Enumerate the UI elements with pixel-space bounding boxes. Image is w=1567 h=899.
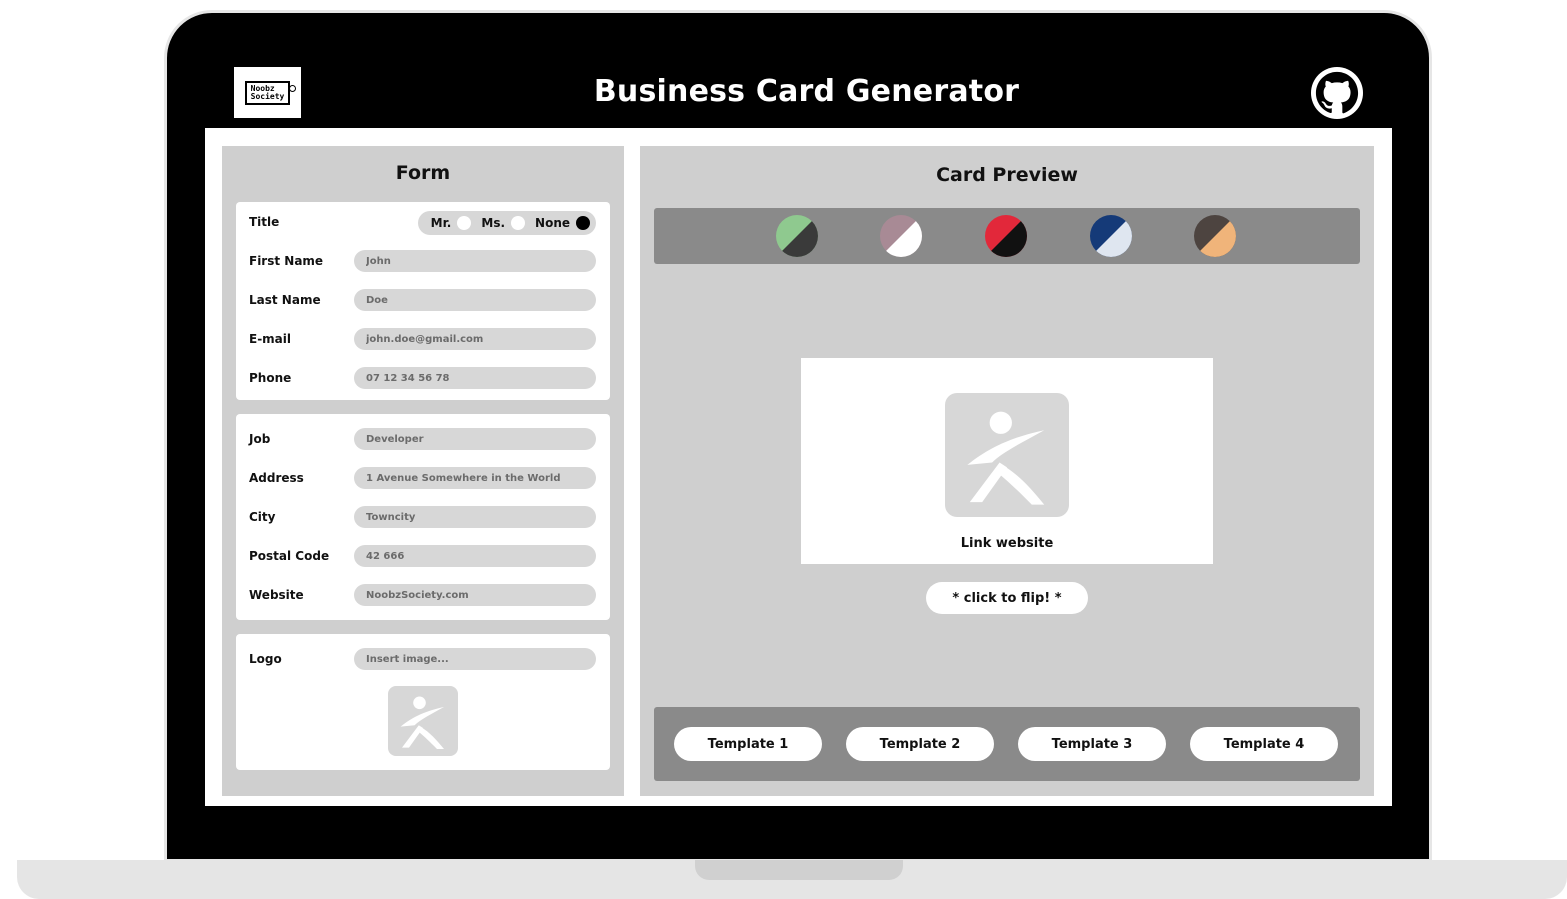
github-icon[interactable] bbox=[1311, 67, 1363, 119]
card-website-link[interactable]: Link website bbox=[801, 536, 1213, 551]
city-row: City bbox=[236, 506, 610, 530]
template-2-button[interactable]: Template 2 bbox=[846, 727, 994, 761]
job-row: Job bbox=[236, 428, 610, 452]
card-logo-glyph bbox=[967, 411, 1045, 505]
person-logo-icon bbox=[388, 686, 458, 756]
logo-row: Logo bbox=[236, 648, 610, 672]
preview-title: Card Preview bbox=[936, 164, 1078, 186]
postal-code-label: Postal Code bbox=[249, 549, 330, 563]
app-header: Noobz Society Business Card Generator bbox=[205, 62, 1392, 128]
title-option-none[interactable]: None bbox=[535, 216, 590, 230]
website-label: Website bbox=[249, 588, 304, 602]
title-option-mr-label: Mr. bbox=[430, 216, 452, 230]
swatch-navy-white[interactable] bbox=[1090, 215, 1132, 257]
postal-code-input[interactable] bbox=[354, 545, 596, 567]
preview-panel: Card Preview Link website * click to fli… bbox=[640, 146, 1374, 796]
title-option-none-label: None bbox=[535, 216, 570, 230]
form-title: Form bbox=[395, 162, 451, 184]
first-name-row: First Name bbox=[236, 250, 610, 274]
website-row: Website bbox=[236, 584, 610, 608]
radio-circle-icon[interactable] bbox=[511, 216, 526, 230]
title-radio-group: Mr. Ms. None bbox=[418, 211, 596, 235]
swatch-peach-brown[interactable] bbox=[1194, 215, 1236, 257]
address-row: Address bbox=[236, 467, 610, 491]
logo-section: Logo bbox=[236, 634, 610, 770]
postal-code-row: Postal Code bbox=[236, 545, 610, 569]
phone-row: Phone bbox=[236, 367, 610, 391]
template-4-button[interactable]: Template 4 bbox=[1190, 727, 1338, 761]
email-row: E-mail bbox=[236, 328, 610, 352]
flip-card-button[interactable]: * click to flip! * bbox=[926, 582, 1088, 614]
template-3-button[interactable]: Template 3 bbox=[1018, 727, 1166, 761]
title-option-ms-label: Ms. bbox=[481, 216, 506, 230]
phone-input[interactable] bbox=[354, 367, 596, 389]
app-title: Business Card Generator bbox=[593, 74, 1020, 109]
logo-file-input[interactable] bbox=[354, 648, 596, 670]
swatch-green-dark[interactable] bbox=[776, 215, 818, 257]
laptop-notch bbox=[695, 860, 903, 880]
email-label: E-mail bbox=[249, 332, 292, 346]
last-name-label: Last Name bbox=[249, 293, 321, 307]
city-input[interactable] bbox=[354, 506, 596, 528]
address-label: Address bbox=[249, 471, 304, 485]
website-input[interactable] bbox=[354, 584, 596, 606]
phone-label: Phone bbox=[249, 371, 292, 385]
address-input[interactable] bbox=[354, 467, 596, 489]
color-swatch-bar bbox=[654, 208, 1360, 264]
last-name-input[interactable] bbox=[354, 289, 596, 311]
first-name-label: First Name bbox=[249, 254, 324, 268]
github-icon-glyph bbox=[1315, 71, 1359, 114]
template-bar: Template 1 Template 2 Template 3 Templat… bbox=[654, 707, 1360, 781]
professional-section: Job Address City Postal Code Website bbox=[236, 414, 610, 620]
radio-selected-icon[interactable] bbox=[576, 216, 590, 230]
last-name-row: Last Name bbox=[236, 289, 610, 313]
first-name-input[interactable] bbox=[354, 250, 596, 272]
personal-section: Title Mr. Ms. None First Name John Last … bbox=[236, 202, 610, 400]
job-input[interactable] bbox=[354, 428, 596, 450]
radio-circle-icon[interactable] bbox=[457, 216, 472, 230]
app-screen: Noobz Society Business Card Generator Fo… bbox=[205, 62, 1392, 806]
swatch-mauve-white[interactable] bbox=[880, 215, 922, 257]
title-label: Title bbox=[249, 215, 280, 229]
swatch-red-black[interactable] bbox=[985, 215, 1027, 257]
job-label: Job bbox=[249, 432, 271, 446]
logo-label: Logo bbox=[249, 652, 282, 666]
title-option-ms[interactable]: Ms. bbox=[481, 216, 526, 230]
email-input[interactable] bbox=[354, 328, 596, 350]
person-logo-glyph bbox=[400, 696, 444, 749]
title-row: Title Mr. Ms. None bbox=[236, 211, 610, 235]
business-card-preview[interactable]: Link website bbox=[801, 358, 1213, 564]
person-logo-icon bbox=[945, 393, 1069, 517]
template-1-button[interactable]: Template 1 bbox=[674, 727, 822, 761]
title-option-mr[interactable]: Mr. bbox=[431, 216, 472, 230]
city-label: City bbox=[249, 510, 276, 524]
form-panel: Form Title Mr. Ms. None First Name John … bbox=[222, 146, 624, 796]
